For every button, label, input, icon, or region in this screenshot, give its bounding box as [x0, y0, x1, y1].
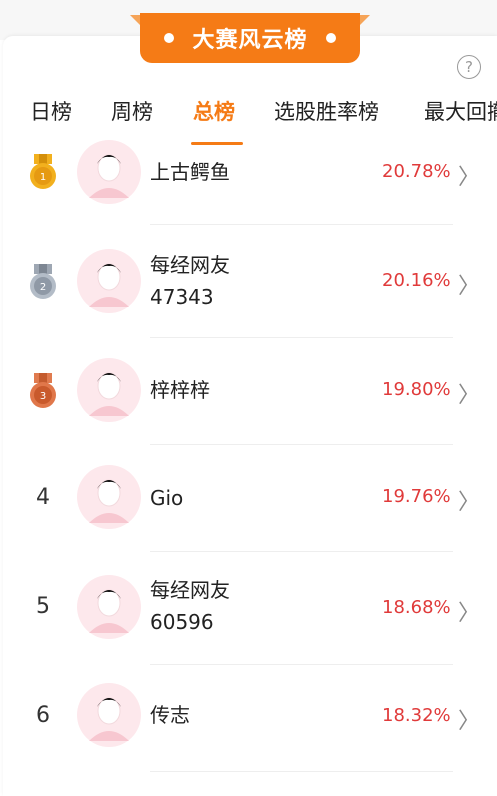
chevron-right-icon[interactable]: 〉 [458, 268, 480, 300]
avatar[interactable] [77, 683, 141, 747]
rank-number: 5 [36, 594, 50, 619]
ranking-row-4[interactable]: 4 Gio 19.76% 〉 [0, 445, 497, 552]
avatar[interactable] [77, 465, 141, 529]
avatar[interactable] [77, 140, 141, 204]
user-name: 每经网友 47343 [150, 249, 230, 313]
user-name: 上古鳄鱼 [150, 160, 230, 184]
ranking-row-6[interactable]: 6 传志 18.32% 〉 [0, 665, 497, 772]
tab-weekly[interactable]: 周榜 [111, 96, 153, 126]
banner-dot-left [164, 33, 175, 43]
banner-body: 大赛风云榜 [140, 13, 360, 63]
chevron-right-icon[interactable]: 〉 [458, 484, 480, 516]
tab-overall[interactable]: 总榜 [193, 96, 235, 126]
return-rate: 18.68% [382, 597, 451, 618]
ranking-row-2[interactable]: 2 每经网友 47343 20.16% 〉 [0, 225, 497, 338]
user-name-line2: 60596 [150, 610, 214, 634]
avatar[interactable] [77, 575, 141, 639]
user-name: 每经网友 60596 [150, 574, 230, 638]
gold-medal-icon: 1 [30, 154, 56, 189]
chevron-right-icon[interactable]: 〉 [458, 595, 480, 627]
user-name-line1: 每经网友 [150, 253, 230, 277]
silver-medal-icon: 2 [30, 264, 56, 299]
banner-dot-right [325, 33, 336, 43]
return-rate: 20.78% [382, 161, 451, 182]
return-rate: 19.76% [382, 486, 451, 507]
tab-win-rate[interactable]: 选股胜率榜 [274, 96, 379, 126]
tab-bar: 日榜 周榜 总榜 选股胜率榜 最大回撤 [0, 96, 497, 136]
page-title: 大赛风云榜 [192, 28, 308, 53]
user-name-line1: 每经网友 [150, 578, 230, 602]
row-divider [150, 771, 453, 772]
bronze-medal-icon: 3 [30, 373, 56, 408]
tab-max-drawdown[interactable]: 最大回撤 [424, 96, 497, 126]
avatar[interactable] [77, 249, 141, 313]
title-banner: 大赛风云榜 [130, 13, 370, 63]
user-name: Gio [150, 486, 184, 510]
return-rate: 20.16% [382, 270, 451, 291]
return-rate: 18.32% [382, 705, 451, 726]
rank-number: 6 [36, 703, 50, 728]
avatar[interactable] [77, 358, 141, 422]
chevron-right-icon[interactable]: 〉 [458, 703, 480, 735]
user-name-line2: 47343 [150, 285, 214, 309]
ranking-row-1[interactable]: 1 上古鳄鱼 20.78% 〉 [0, 140, 497, 225]
tab-daily[interactable]: 日榜 [30, 96, 72, 126]
medal-rank-text: 1 [40, 172, 46, 183]
rank-number: 4 [36, 485, 50, 510]
user-name: 传志 [150, 703, 190, 727]
medal-rank-text: 2 [40, 282, 46, 293]
question-circle-icon[interactable]: ? [457, 55, 481, 79]
medal-rank-text: 3 [40, 391, 46, 402]
chevron-right-icon[interactable]: 〉 [458, 377, 480, 409]
ranking-row-5[interactable]: 5 每经网友 60596 18.68% 〉 [0, 552, 497, 665]
return-rate: 19.80% [382, 379, 451, 400]
ranking-row-3[interactable]: 3 梓梓梓 19.80% 〉 [0, 338, 497, 445]
chevron-right-icon[interactable]: 〉 [458, 159, 480, 191]
user-name: 梓梓梓 [150, 378, 210, 402]
